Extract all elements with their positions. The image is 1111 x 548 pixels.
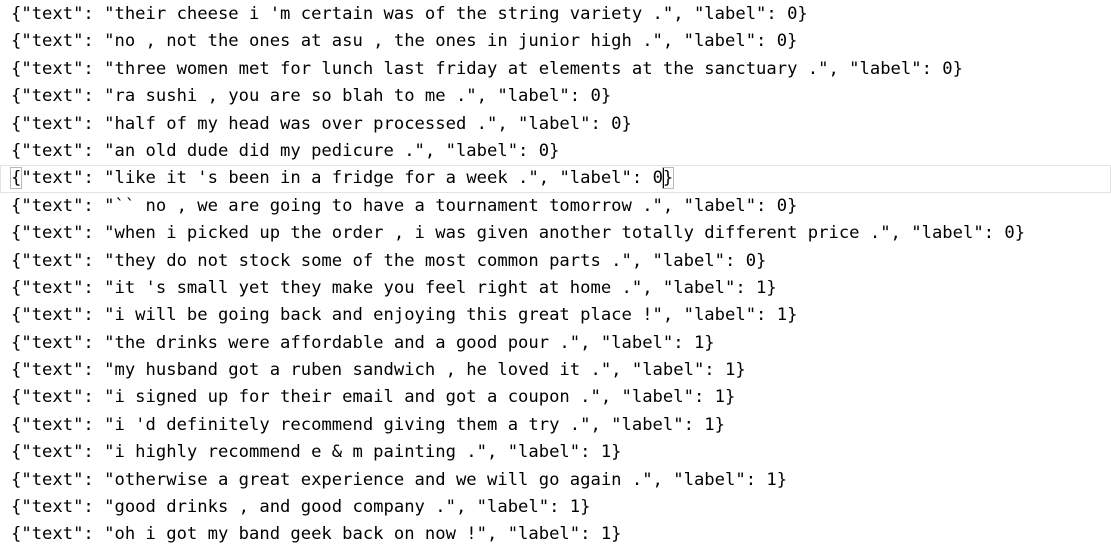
editor-lines: {"text": "their cheese i 'm certain was … <box>0 1 1111 548</box>
editor-line-5[interactable]: {"text": "half of my head was over proce… <box>11 111 1111 138</box>
editor-line-17[interactable]: {"text": "i highly recommend e & m paint… <box>11 439 1111 466</box>
editor-line-2[interactable]: {"text": "no , not the ones at asu , the… <box>11 28 1111 55</box>
editor-line-19[interactable]: {"text": "good drinks , and good company… <box>11 494 1111 521</box>
editor-line-16[interactable]: {"text": "i 'd definitely recommend givi… <box>11 412 1111 439</box>
editor-line-20[interactable]: {"text": "oh i got my band geek back on … <box>11 521 1111 548</box>
editor-line-4[interactable]: {"text": "ra sushi , you are so blah to … <box>11 83 1111 110</box>
editor-line-6[interactable]: {"text": "an old dude did my pedicure ."… <box>11 138 1111 165</box>
text-editor[interactable]: {"text": "their cheese i 'm certain was … <box>0 0 1111 548</box>
editor-line-7-current[interactable]: {"text": "like it 's been in a fridge fo… <box>0 165 1111 193</box>
current-line-text: "text": "like it 's been in a fridge for… <box>21 168 663 189</box>
editor-line-11[interactable]: {"text": "it 's small yet they make you … <box>11 275 1111 302</box>
editor-line-3[interactable]: {"text": "three women met for lunch last… <box>11 56 1111 83</box>
editor-line-18[interactable]: {"text": "otherwise a great experience a… <box>11 467 1111 494</box>
editor-line-14[interactable]: {"text": "my husband got a ruben sandwic… <box>11 357 1111 384</box>
editor-line-9[interactable]: {"text": "when i picked up the order , i… <box>11 220 1111 247</box>
editor-line-8[interactable]: {"text": "`` no , we are going to have a… <box>11 193 1111 220</box>
editor-line-15[interactable]: {"text": "i signed up for their email an… <box>11 384 1111 411</box>
editor-line-1[interactable]: {"text": "their cheese i 'm certain was … <box>11 1 1111 28</box>
editor-line-13[interactable]: {"text": "the drinks were affordable and… <box>11 330 1111 357</box>
editor-line-12[interactable]: {"text": "i will be going back and enjoy… <box>11 302 1111 329</box>
matched-close-brace: } <box>661 167 675 190</box>
editor-line-10[interactable]: {"text": "they do not stock some of the … <box>11 248 1111 275</box>
